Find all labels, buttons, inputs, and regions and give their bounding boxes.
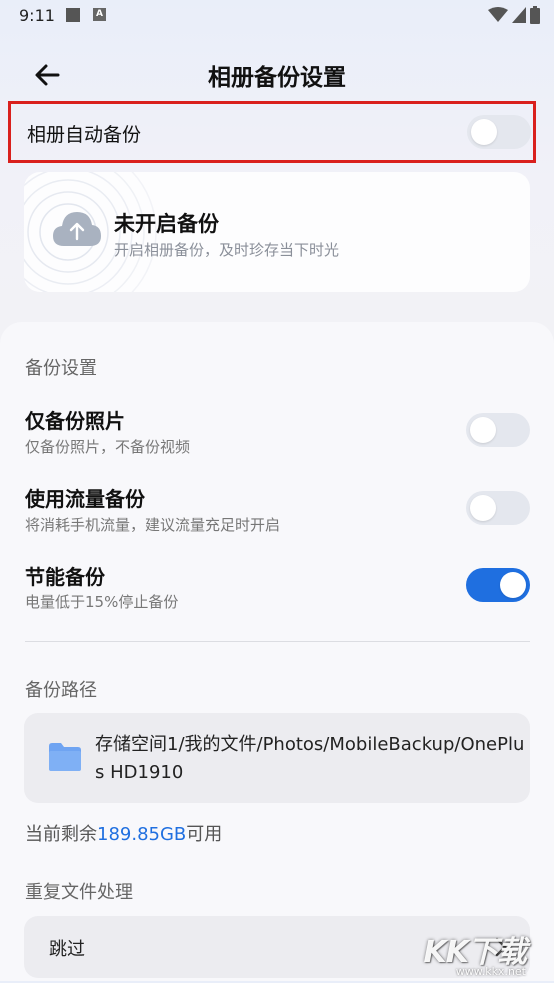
mobile-data-toggle[interactable]: [466, 491, 530, 525]
setting-subtitle: 将消耗手机流量，建议流量充足时开启: [25, 516, 281, 534]
status-bar: 9:11 A: [0, 0, 554, 32]
backup-status-subtitle: 开启相册备份，及时珍存当下时光: [114, 241, 340, 259]
wifi-icon: [488, 7, 508, 22]
backup-path-text: 存储空间1/我的文件/Photos/MobileBackup/OnePlus H…: [95, 734, 525, 783]
toggle-knob: [470, 495, 496, 521]
divider: [25, 641, 530, 642]
watermark: KK下载 www.kkx.net: [424, 927, 527, 983]
duplicate-handling-value: 跳过: [49, 939, 85, 960]
auto-backup-row[interactable]: 相册自动备份: [8, 101, 536, 163]
backup-settings-label: 备份设置: [25, 358, 97, 379]
status-icons: [488, 6, 540, 24]
photos-only-toggle[interactable]: [466, 413, 530, 447]
free-space-prefix: 当前剩余: [25, 824, 97, 845]
page-title: 相册备份设置: [208, 65, 346, 91]
notification-square-icon: [66, 8, 80, 22]
toggle-knob: [470, 417, 496, 443]
auto-backup-toggle[interactable]: [467, 115, 531, 149]
backup-status-title: 未开启备份: [114, 212, 219, 236]
free-space-text: 当前剩余189.85GB可用: [25, 820, 222, 846]
setting-subtitle: 仅备份照片，不备份视频: [25, 438, 191, 456]
backup-status-card: 未开启备份 开启相册备份，及时珍存当下时光: [24, 172, 530, 292]
free-space-amount: 189.85GB: [97, 824, 187, 845]
setting-title: 使用流量备份: [25, 487, 145, 511]
duplicate-handling-label: 重复文件处理: [25, 882, 133, 903]
backup-path-label: 备份路径: [25, 680, 97, 701]
toggle-knob: [471, 119, 497, 145]
cloud-upload-icon: [53, 212, 101, 246]
watermark-url: www.kkx.net: [455, 965, 526, 978]
notification-a-icon: A: [93, 8, 106, 21]
signal-icon: [512, 7, 526, 23]
toggle-knob: [500, 572, 526, 598]
status-time: 9:11: [19, 6, 55, 25]
free-space-suffix: 可用: [186, 824, 223, 845]
folder-icon: [49, 743, 81, 771]
setting-subtitle: 电量低于15%停止备份: [25, 593, 179, 611]
app-header: 相册备份设置: [0, 44, 554, 104]
backup-path-card[interactable]: 存储空间1/我的文件/Photos/MobileBackup/OnePlus H…: [24, 713, 530, 803]
power-saving-toggle[interactable]: [466, 568, 530, 602]
setting-title: 仅备份照片: [25, 409, 125, 433]
auto-backup-label: 相册自动备份: [27, 124, 142, 146]
setting-title: 节能备份: [25, 565, 105, 589]
battery-icon: [530, 6, 540, 24]
